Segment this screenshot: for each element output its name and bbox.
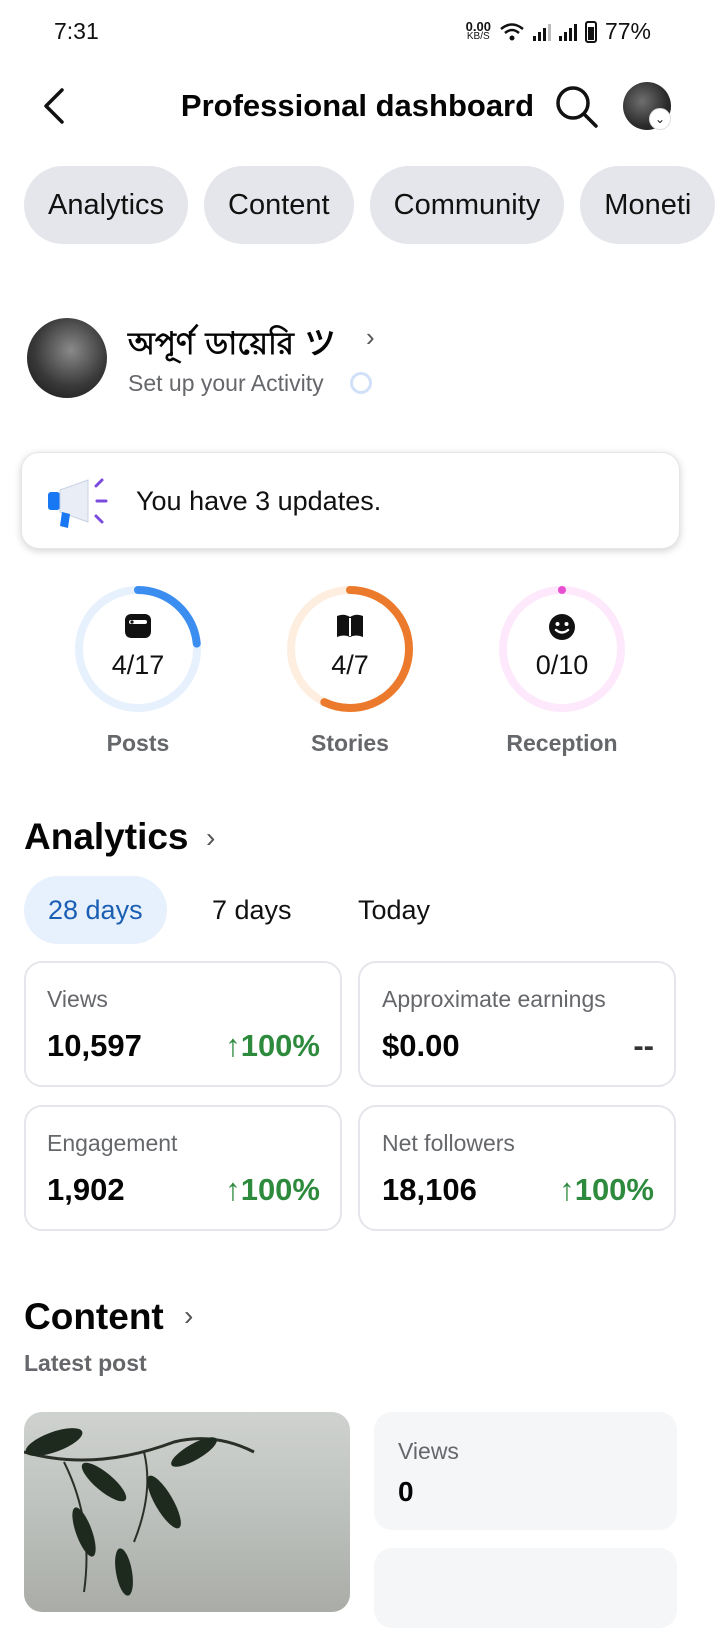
ring-track — [499, 586, 625, 712]
metric-label: Views — [47, 986, 108, 1012]
megaphone-icon — [48, 478, 108, 528]
post-stat-value: 0 — [398, 1476, 414, 1507]
metric-change-up: ↑100% — [180, 1172, 320, 1208]
post-stat-card — [374, 1548, 677, 1628]
ring-value: 4/7 — [331, 650, 369, 680]
metric-card-earnings[interactable] — [358, 961, 676, 1087]
updates-text: You have 3 updates. — [136, 486, 382, 516]
metric-label: Approximate earnings — [382, 986, 606, 1012]
metric-change-up: ↑100% — [180, 1028, 320, 1064]
analytics-chevron-icon[interactable]: › — [206, 822, 215, 854]
content-title[interactable]: Content — [24, 1296, 164, 1338]
signal-icon — [532, 23, 551, 41]
latest-post-label: Latest post — [24, 1350, 147, 1376]
metric-value: 1,902 — [47, 1172, 125, 1207]
metric-change-up: ↑100% — [514, 1172, 654, 1208]
profile-subtitle[interactable]: Set up your Activity — [128, 370, 324, 397]
posts-progress-ring[interactable] — [72, 583, 204, 715]
post-stat-views: Views 0 — [374, 1412, 677, 1530]
tab-content[interactable]: Content — [204, 166, 354, 244]
metric-change-value: 100% — [240, 1172, 320, 1207]
ring-label: Stories — [311, 730, 389, 756]
status-indicators: 0.00 KB/S 77% — [466, 18, 651, 45]
ring-label: Posts — [106, 730, 170, 756]
net-speed-value: 0.00 — [465, 18, 491, 34]
status-time: 7:31 — [54, 18, 99, 44]
ring-label: Reception — [506, 730, 618, 756]
profile-avatar[interactable] — [27, 318, 107, 398]
activity-progress-icon — [350, 372, 372, 394]
ring-value: 0/10 — [535, 650, 589, 680]
metric-value: 10,597 — [47, 1028, 142, 1063]
battery-level: 77% — [604, 18, 651, 44]
metric-change-value: 100% — [574, 1172, 654, 1207]
post-stat-label: Views — [398, 1438, 459, 1464]
arrow-up-icon: ↑ — [559, 1172, 575, 1207]
net-speed: 0.00 KB/S — [465, 18, 491, 42]
net-speed-unit: KB/S — [466, 30, 490, 42]
metric-value: 18,106 — [382, 1172, 477, 1207]
metric-card-net-followers[interactable] — [358, 1105, 676, 1231]
stories-progress-ring[interactable] — [284, 583, 416, 715]
chevron-right-icon[interactable]: › — [366, 322, 375, 353]
chevron-down-icon[interactable]: ⌄ — [649, 108, 671, 130]
metric-change-value: 100% — [240, 1028, 320, 1063]
range-today[interactable]: Today — [358, 876, 430, 944]
page-title: Professional dashboard — [180, 88, 535, 123]
latest-post-thumbnail[interactable] — [24, 1412, 350, 1612]
tab-analytics[interactable]: Analytics — [24, 166, 189, 244]
profile-name[interactable]: অপূর্ণ ডায়েরি ツ — [128, 318, 336, 372]
ring-value: 4/17 — [111, 650, 165, 680]
tree-branch-image — [24, 1428, 255, 1596]
range-7-days[interactable]: 7 days — [212, 876, 292, 944]
metric-label: Net followers — [382, 1130, 515, 1156]
posts-icon — [72, 613, 204, 644]
search-icon[interactable] — [552, 82, 600, 130]
range-28-days[interactable]: 28 days — [24, 876, 167, 944]
metric-card-views[interactable] — [24, 961, 342, 1087]
battery-icon — [584, 20, 597, 43]
arrow-up-icon: ↑ — [225, 1028, 241, 1063]
tab-community[interactable]: Community — [369, 166, 565, 244]
signal-icon-2 — [558, 23, 577, 41]
tab-monetization[interactable]: Moneti — [580, 166, 715, 244]
dashboard-tabs: Analytics Content Community Moneti — [24, 166, 715, 244]
metric-card-engagement[interactable] — [24, 1105, 342, 1231]
metric-label: Engagement — [47, 1130, 178, 1156]
metric-change-value: -- — [633, 1028, 654, 1063]
arrow-up-icon: ↑ — [225, 1172, 241, 1207]
reception-progress-ring[interactable] — [496, 583, 628, 715]
book-icon — [284, 613, 416, 644]
wifi-icon — [500, 22, 524, 40]
metric-value: $0.00 — [382, 1028, 460, 1063]
smiley-icon — [496, 613, 628, 646]
content-chevron-icon[interactable]: › — [184, 1300, 193, 1332]
analytics-title[interactable]: Analytics — [24, 816, 189, 858]
